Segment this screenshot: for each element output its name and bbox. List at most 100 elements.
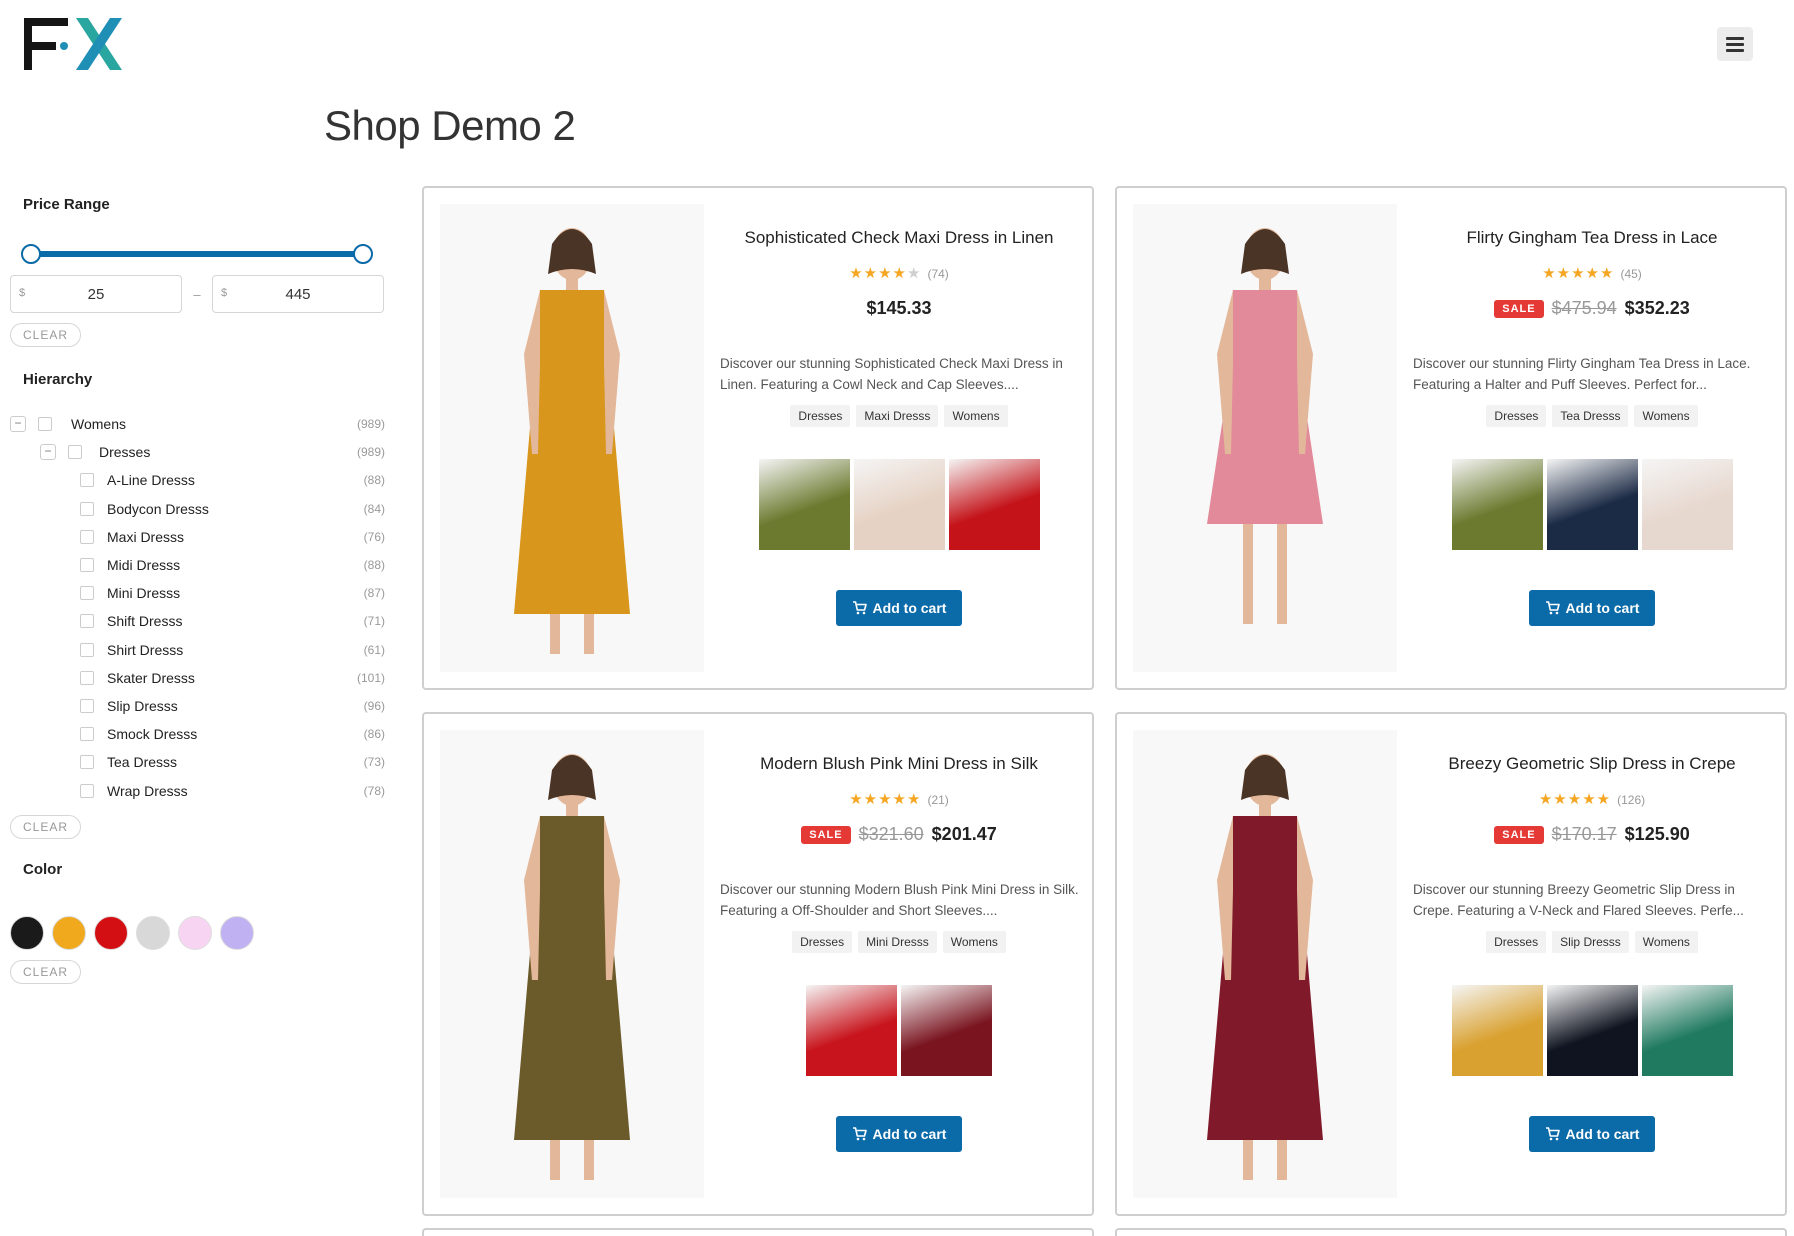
checkbox[interactable] [80,473,94,488]
product-tag[interactable]: Slip Dresss [1552,931,1629,953]
product-tag[interactable]: Tea Dresss [1552,405,1629,427]
add-to-cart-button[interactable]: Add to cart [1528,1116,1656,1152]
rating-count: (21) [927,793,949,807]
color-title: Color [23,860,63,878]
checkbox[interactable] [80,501,94,516]
collapse-toggle-icon[interactable]: − [40,444,56,461]
product-tag[interactable]: Mini Dresss [858,931,937,953]
checkbox[interactable] [80,727,94,742]
price-range-track[interactable] [30,251,362,257]
add-to-cart-button[interactable]: Add to cart [1528,590,1656,626]
product-tag[interactable]: Maxi Dresss [856,405,939,427]
original-price: $321.60 [858,824,924,844]
tree-label[interactable]: Shift Dresss [107,613,182,629]
product-tag[interactable]: Dresses [792,931,853,953]
product-title[interactable]: Sophisticated Check Maxi Dress in Linen [714,228,1084,248]
star-icon: ★★★★ [1538,791,1597,808]
tree-label[interactable]: A-Line Dresss [107,472,195,488]
original-price: $170.17 [1551,824,1617,844]
color-swatch[interactable] [220,915,254,950]
tree-label[interactable]: Skater Dresss [107,670,195,686]
checkbox[interactable] [80,529,94,544]
checkbox[interactable] [80,783,94,798]
product-image[interactable] [440,730,704,1198]
product-tag[interactable]: Womens [944,405,1008,427]
cart-icon [852,1127,867,1141]
product-image[interactable] [440,204,704,672]
product-thumbnail[interactable] [1641,459,1733,550]
tree-count: (88) [363,473,385,488]
tree-label[interactable]: Mini Dresss [107,585,180,601]
tree-label[interactable]: Smock Dresss [107,726,197,742]
color-swatch[interactable] [94,915,128,950]
tree-count: (84) [363,501,385,516]
checkbox[interactable] [80,614,94,629]
brand-logo[interactable] [22,14,122,74]
add-to-cart-button[interactable]: Add to cart [835,1116,963,1152]
product-tag[interactable]: Womens [942,931,1006,953]
add-to-cart-label: Add to cart [1565,600,1640,616]
checkbox[interactable] [80,586,94,601]
rating-count: (45) [1620,267,1642,281]
checkbox[interactable] [80,558,94,573]
product-title[interactable]: Breezy Geometric Slip Dress in Crepe [1407,754,1777,774]
collapse-toggle-icon[interactable]: − [10,416,26,433]
product-thumbnail[interactable] [901,985,992,1076]
checkbox[interactable] [68,445,82,460]
tree-label[interactable]: Dresses [99,444,150,460]
tree-label[interactable]: Shirt Dresss [107,642,183,658]
product-image[interactable] [1133,204,1397,672]
tree-label[interactable]: Slip Dresss [107,698,178,714]
product-image[interactable] [1133,730,1397,1198]
product-description: Discover our stunning Sophisticated Chec… [720,356,1063,392]
product-title[interactable]: Modern Blush Pink Mini Dress in Silk [714,754,1084,774]
product-tag[interactable]: Womens [1634,405,1698,427]
tree-label[interactable]: Womens [71,416,126,432]
checkbox[interactable] [80,670,94,685]
product-tag[interactable]: Dresses [1486,931,1547,953]
add-to-cart-button[interactable]: Add to cart [835,590,963,626]
clear-price-button[interactable]: CLEAR [10,323,82,347]
product-thumbnail[interactable] [948,459,1040,550]
product-thumbnails [1407,459,1777,550]
product-tag[interactable]: Womens [1634,931,1698,953]
tree-label[interactable]: Tea Dresss [107,754,177,770]
hamburger-menu-icon[interactable] [1717,27,1753,61]
price-min-input[interactable] [11,276,181,312]
tree-label[interactable]: Maxi Dresss [107,529,184,545]
product-thumbnail[interactable] [1451,985,1543,1076]
price-range-slider[interactable] [10,239,385,269]
product-thumbnail[interactable] [1546,985,1638,1076]
product-title[interactable]: Flirty Gingham Tea Dress in Lace [1407,228,1777,248]
tree-label[interactable]: Bodycon Dresss [107,501,209,517]
color-swatch[interactable] [178,915,212,950]
clear-color-button[interactable]: CLEAR [10,959,82,984]
add-to-cart-label: Add to cart [872,1126,947,1142]
price-max-input[interactable] [213,276,383,312]
product-thumbnail[interactable] [853,459,945,550]
price-min-handle[interactable] [21,244,41,264]
color-swatch[interactable] [136,915,170,950]
add-to-cart-label: Add to cart [872,600,947,616]
product-thumbnail[interactable] [1641,985,1733,1076]
price-row: SALE $321.60 $201.47 [714,824,1084,845]
checkbox[interactable] [80,698,94,713]
tree-label[interactable]: Wrap Dresss [107,783,188,799]
color-swatch[interactable] [52,915,86,950]
tree-count: (88) [363,558,385,573]
product-tags: Dresses Mini Dresss Womens [714,931,1084,953]
product-thumbnail[interactable] [1451,459,1543,550]
color-swatch[interactable] [10,915,44,950]
price-max-handle[interactable] [353,244,373,264]
checkbox[interactable] [80,642,94,657]
tree-label[interactable]: Midi Dresss [107,557,180,573]
product-thumbnail[interactable] [758,459,850,550]
star-rating: ★★★★★ (45) [1407,264,1777,282]
product-tag[interactable]: Dresses [1486,405,1547,427]
clear-hierarchy-button[interactable]: CLEAR [10,814,82,839]
checkbox[interactable] [80,755,94,770]
product-thumbnail[interactable] [806,985,897,1076]
product-thumbnail[interactable] [1546,459,1638,550]
checkbox[interactable] [38,417,52,432]
product-tag[interactable]: Dresses [790,405,851,427]
